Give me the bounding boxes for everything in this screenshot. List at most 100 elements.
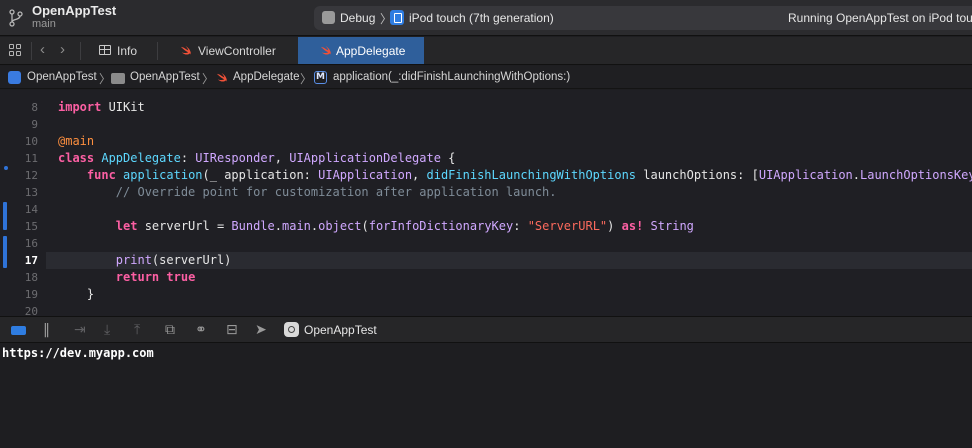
scheme-label[interactable]: Debug [340, 11, 375, 25]
console-area[interactable]: https://dev.myapp.com [0, 344, 972, 448]
code-token: { [440, 151, 456, 165]
code-token: "ServerURL" [527, 219, 608, 233]
code-line: let serverUrl = Bundle.main.object(forIn… [58, 219, 694, 233]
jumpbar-file[interactable]: AppDelegate [233, 71, 300, 83]
code-token: AppDelegate [101, 151, 181, 165]
code-line: // Override point for customization afte… [58, 185, 557, 199]
tab-label: AppDelegate [336, 44, 406, 58]
line-number: 10 [24, 135, 38, 148]
code-line: import UIKit [58, 100, 145, 114]
hide-debug-area-icon[interactable] [11, 326, 26, 335]
chevron-right-icon: 〉 [202, 72, 215, 86]
line-number: 8 [31, 101, 38, 114]
code-line: } [58, 287, 94, 301]
tab-label: Info [117, 44, 138, 58]
jumpbar-group[interactable]: OpenAppTest [130, 71, 200, 83]
line-number: 18 [24, 271, 38, 284]
swift-icon [320, 45, 331, 56]
code-token: print [115, 253, 152, 267]
code-line: class AppDelegate: UIResponder, UIApplic… [58, 151, 455, 165]
line-number: 9 [31, 118, 38, 131]
code-token: object [318, 219, 362, 233]
change-bar [3, 236, 7, 268]
code-token: (_ application: [202, 168, 319, 182]
debug-bar: ‖ ⇥ ⤓ ⤒ ⧉ ⚭ ⊟ ➤ OpenAppTest [0, 316, 972, 343]
tab-viewcontroller[interactable]: ViewController [158, 37, 298, 64]
tab-info[interactable]: Info [86, 37, 152, 64]
code-token: , [274, 151, 290, 165]
method-badge-icon: M [314, 71, 327, 84]
debug-target[interactable]: OpenAppTest [304, 323, 377, 337]
code-token: UIKit [101, 100, 145, 114]
code-token: LaunchOptionsKey [860, 168, 972, 182]
code-token: forInfoDictionaryKey [368, 219, 514, 233]
code-token: . [852, 168, 860, 182]
code-token: ( [361, 219, 369, 233]
code-token: ) [607, 219, 622, 233]
code-token: didFinishLaunchingWithOptions [426, 168, 637, 182]
code-token: (serverUrl) [151, 253, 232, 267]
tab-label: ViewController [198, 44, 276, 58]
line-number: 19 [24, 288, 38, 301]
code-token: } [58, 287, 95, 301]
chevron-right-icon: 〉 [300, 72, 313, 86]
simulate-location-icon[interactable]: ➤ [255, 322, 267, 338]
pause-icon[interactable]: ‖ [43, 322, 50, 338]
code-token: UIResponder [195, 151, 275, 165]
code-token: launchOptions: [ [636, 168, 759, 182]
jumpbar-project[interactable]: OpenAppTest [27, 71, 97, 83]
table-icon [99, 45, 111, 55]
memory-graph-icon[interactable]: ⚭ [195, 322, 207, 338]
related-items-grid-icon[interactable] [9, 44, 22, 57]
scheme-icon [322, 11, 335, 24]
line-number: 13 [24, 186, 38, 199]
code-token: UIApplication [318, 168, 413, 182]
line-number: 11 [24, 152, 38, 165]
code-token: func [86, 168, 116, 182]
device-icon [390, 10, 404, 25]
code-token: as! [621, 219, 644, 233]
forward-arrow-icon[interactable]: › [60, 41, 65, 58]
device-label[interactable]: iPod touch (7th generation) [409, 11, 554, 25]
project-name[interactable]: OpenAppTest [32, 3, 116, 18]
code-token: Bundle [231, 219, 275, 233]
app-target-icon [284, 322, 299, 337]
change-bar [3, 202, 7, 230]
code-token: UIApplication [758, 168, 853, 182]
step-into-icon[interactable]: ⤓ [104, 322, 110, 338]
branch-icon [9, 9, 23, 27]
code-token: return [115, 270, 160, 284]
code-token: : [513, 219, 528, 233]
code-token: , [412, 168, 427, 182]
console-output: https://dev.myapp.com [2, 346, 154, 360]
code-line: @main [58, 134, 94, 148]
line-number: 20 [24, 305, 38, 316]
view-hierarchy-icon[interactable]: ⧉ [165, 322, 175, 338]
divider [80, 42, 81, 60]
code-token: UIApplicationDelegate [289, 151, 441, 165]
code-token: String [650, 219, 694, 233]
step-over-icon[interactable]: ⇥ [74, 322, 86, 338]
title-bar: OpenAppTest main Debug 〉 iPod touch (7th… [0, 0, 972, 36]
line-number: 15 [24, 220, 38, 233]
source-editor[interactable]: 8 9 10 11 12 13 14 15 16 17 18 19 20 import UIKit @ma… [0, 90, 972, 316]
line-number-gutter[interactable]: 8 9 10 11 12 13 14 15 16 17 18 19 20 [0, 90, 46, 316]
run-status: Running OpenAppTest on iPod touch [788, 11, 972, 25]
step-out-icon[interactable]: ⤒ [134, 322, 140, 338]
code-token: @main [58, 134, 95, 148]
code-line: return true [58, 270, 196, 284]
line-number: 12 [24, 169, 38, 182]
back-arrow-icon[interactable]: ‹ [40, 41, 45, 58]
chevron-right-icon: 〉 [99, 72, 112, 86]
code-token: . [274, 219, 282, 233]
project-icon [8, 71, 21, 84]
tab-appdelegate[interactable]: AppDelegate [298, 37, 424, 64]
jumpbar-symbol[interactable]: application(_:didFinishLaunchingWithOpti… [333, 71, 570, 83]
scheme-selector[interactable]: Debug 〉 iPod touch (7th generation) Runn… [314, 6, 972, 30]
environment-overrides-icon[interactable]: ⊟ [226, 322, 238, 338]
